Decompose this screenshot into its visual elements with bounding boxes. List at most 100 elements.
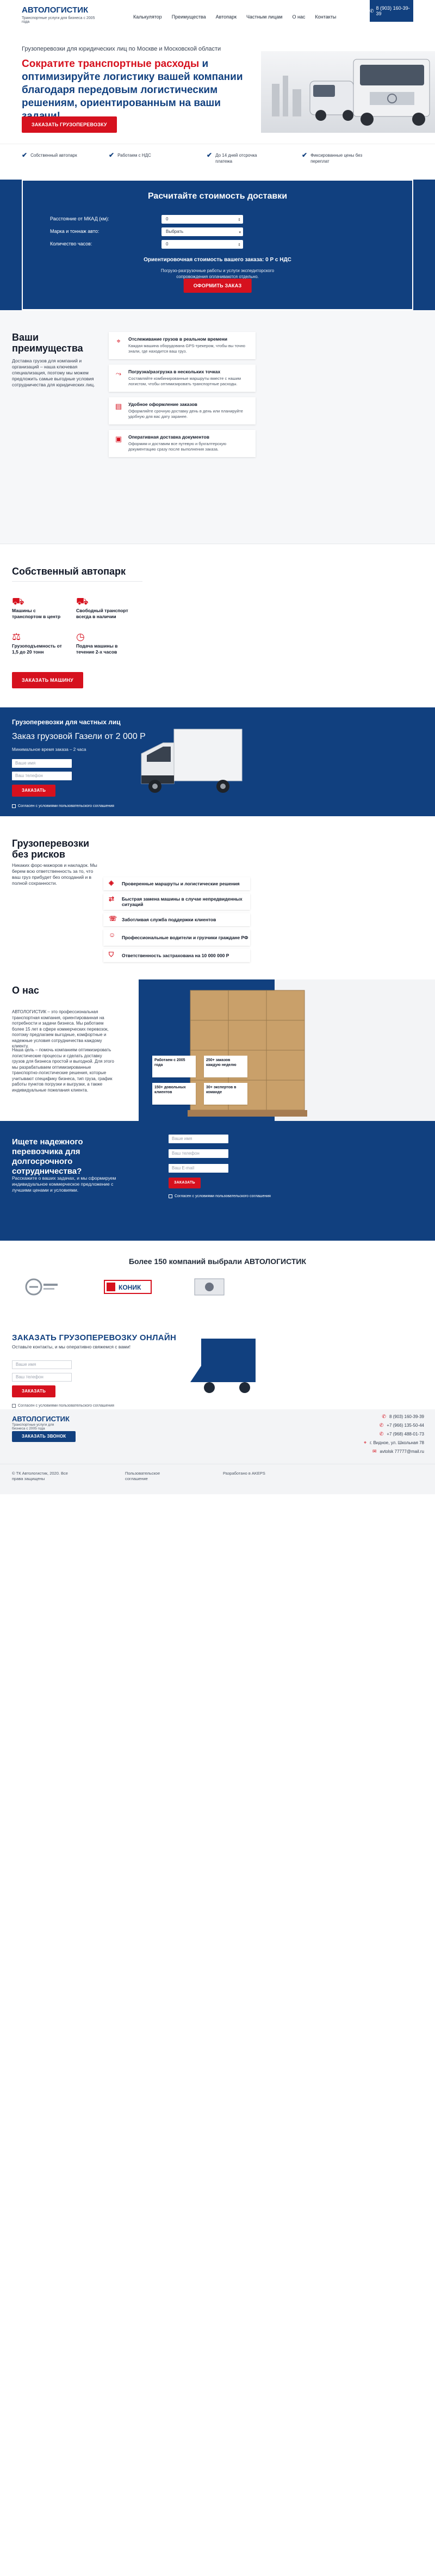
risks-text: Никаких форс-мажоров и накладок. Мы бере… bbox=[12, 862, 97, 886]
calc-vehicle-select[interactable]: Выбрать ▾ bbox=[161, 227, 243, 236]
checkbox[interactable] bbox=[12, 1404, 16, 1408]
header-phone-number: 8 (903) 160-39-39 bbox=[376, 5, 410, 16]
developer-credit[interactable]: Разработано в AKEPS bbox=[223, 1471, 265, 1476]
footer-phone[interactable]: ✆ +7 (966) 135-50-44 bbox=[332, 1422, 424, 1428]
phone-icon: ✆ bbox=[382, 1414, 386, 1419]
advantage-card: ⌖ Отслеживание грузов в реальном времени… bbox=[109, 332, 256, 359]
gazelle-truck-image bbox=[130, 724, 245, 805]
private-min-time: Минимальное время заказа – 2 часа bbox=[12, 747, 86, 752]
benefit-item: ✔ Фиксированные цены без переплат bbox=[302, 151, 363, 164]
fleet-item: ◷ Подача машины в течение 2-х часов bbox=[76, 631, 130, 655]
risk-item: ☺ Профессиональные водители и грузчики гр… bbox=[103, 929, 250, 946]
policy-link[interactable]: Пользовательское соглашение bbox=[125, 1471, 174, 1482]
calc-distance-input[interactable]: 0 ⇕ bbox=[161, 215, 243, 224]
nav-calculator[interactable]: Калькулятор bbox=[133, 14, 162, 20]
checkbox[interactable] bbox=[12, 804, 16, 808]
private-name-input[interactable]: Ваше имя bbox=[12, 759, 72, 768]
hero-section: Грузоперевозки для юридических лиц по Мо… bbox=[0, 35, 435, 144]
benefit-item: ✔ Работаем с НДС bbox=[109, 151, 151, 159]
nav-private[interactable]: Частным лицам bbox=[246, 14, 282, 20]
calc-label-distance: Расстояние от МКАД (км): bbox=[50, 216, 109, 221]
footer-phone[interactable]: ✆ +7 (968) 488-01-73 bbox=[332, 1431, 424, 1437]
private-order-button[interactable]: ЗАКАЗАТЬ bbox=[12, 785, 56, 797]
callback-button[interactable]: ЗАКАЗАТЬ ЗВОНОК bbox=[12, 1431, 76, 1442]
risk-item: ⛉ Ответственность застрахована на 10 000 … bbox=[103, 949, 250, 962]
spinner-icon[interactable]: ⇕ bbox=[238, 241, 241, 250]
calc-result: Ориентировочная стоимость вашего заказа:… bbox=[144, 257, 291, 263]
phone-icon: ✆ bbox=[379, 1422, 384, 1428]
about-paragraph: АВТОЛОГИСТИК – это профессиональная тран… bbox=[12, 1009, 109, 1049]
copyright: © ТК Автологистик, 2020. Все права защищ… bbox=[12, 1471, 68, 1481]
advantage-card: ▤ Удобное оформление заказов Оформляйте … bbox=[109, 397, 256, 424]
fleet-title: Собственный автопарк bbox=[12, 566, 126, 577]
spinner-icon[interactable]: ⇕ bbox=[238, 216, 241, 225]
header-phone[interactable]: ✆ 8 (903) 160-39-39 bbox=[370, 0, 413, 22]
advantage-card: ⤳ Погрузка/разгрузка в нескольких точках… bbox=[109, 365, 256, 392]
private-agree[interactable]: Согласен с условиями пользовательского с… bbox=[12, 804, 114, 808]
nav-about[interactable]: О нас bbox=[292, 14, 305, 20]
truck-icon: ⛟ bbox=[12, 596, 24, 607]
partner-email-input[interactable]: Ваш E-mail bbox=[169, 1164, 228, 1173]
shield-icon: ⛉ bbox=[109, 951, 114, 958]
advantages-title: Ваши преимущества bbox=[12, 332, 83, 354]
partner-name-input[interactable]: Ваше имя bbox=[169, 1135, 228, 1143]
private-heading: Грузоперевозки для частных лиц bbox=[12, 718, 121, 726]
hero-headline: Сократите транспортные расходы и оптимиз… bbox=[22, 58, 250, 123]
client-logo-gerzel bbox=[22, 1276, 60, 1298]
order-agree[interactable]: Согласен с условиями пользовательского с… bbox=[12, 1404, 114, 1408]
partner-order-button[interactable]: ЗАКАЗАТЬ bbox=[169, 1178, 201, 1188]
nav-fleet[interactable]: Автопарк bbox=[216, 14, 237, 20]
fleet-section: Собственный автопарк ⛟ Машины с транспорт… bbox=[0, 544, 435, 707]
partner-agree[interactable]: Согласен с условиями пользовательского с… bbox=[169, 1194, 271, 1198]
stat-card: Работаем с 2005 года bbox=[152, 1056, 196, 1077]
site-header: АВТОЛОГИСТИК Транспортные услуги для биз… bbox=[0, 0, 435, 35]
main-nav: Калькулятор Преимущества Автопарк Частны… bbox=[133, 14, 336, 20]
risk-item: ◈ Проверенные маршруты и логистические ре… bbox=[103, 877, 250, 890]
truck-check-icon: ⛟ bbox=[76, 596, 89, 607]
order-illustration bbox=[179, 1328, 266, 1404]
calc-hours-input[interactable]: 0 ⇕ bbox=[161, 240, 243, 249]
fleet-order-button[interactable]: ЗАКАЗАТЬ МАШИНУ bbox=[12, 672, 83, 688]
calc-order-button[interactable]: ОФОРМИТЬ ЗАКАЗ bbox=[183, 279, 252, 293]
checkmark-icon: ✔ bbox=[109, 151, 115, 159]
footer-tagline: Транспортные услуги для бизнеса с 2005 г… bbox=[12, 1423, 54, 1431]
risk-item: ☏ Заботливая служба поддержки клиентов bbox=[103, 913, 250, 926]
calc-note: Погрузо-разгрузочные работы и услуги экс… bbox=[160, 268, 275, 279]
partner-phone-input[interactable]: Ваш телефон bbox=[169, 1149, 228, 1158]
site-footer: АВТОЛОГИСТИК Транспортные услуги для биз… bbox=[0, 1409, 435, 1464]
footer-email[interactable]: ✉ avtolsk 77777@mail.ru bbox=[332, 1449, 424, 1455]
about-section: О нас АВТОЛОГИСТИК – это профессиональна… bbox=[0, 979, 435, 1121]
private-phone-input[interactable]: Ваш телефон bbox=[12, 772, 72, 780]
nav-advantages[interactable]: Преимущества bbox=[172, 14, 206, 20]
brand-logo[interactable]: АВТОЛОГИСТИК bbox=[22, 5, 88, 15]
phone-icon: ✆ bbox=[379, 1431, 384, 1437]
calculator-section: Расчитайте стоимость доставки Расстояние… bbox=[0, 180, 435, 310]
benefit-item: ✔ Собственный автопарк bbox=[22, 151, 77, 159]
map-icon: ◈ bbox=[109, 879, 114, 886]
brand-tagline: Транспортные услуги для бизнеса с 2005 г… bbox=[22, 16, 95, 24]
partner-section: Ищете надежного перевозчика для долгосро… bbox=[0, 1121, 435, 1241]
order-phone-input[interactable]: Ваш телефон bbox=[12, 1373, 72, 1382]
partner-text: Расскажите о ваших задачах, и мы сформир… bbox=[12, 1175, 116, 1193]
footer-address: ⌖ г. Видное, ул. Школьная 78 bbox=[364, 1440, 424, 1445]
document-icon: ▤ bbox=[115, 402, 122, 410]
headset-icon: ☏ bbox=[109, 915, 117, 922]
order-submit-button[interactable]: ЗАКАЗАТЬ bbox=[12, 1385, 56, 1397]
location-pin-icon: ⌖ bbox=[364, 1440, 367, 1445]
about-title: О нас bbox=[12, 985, 39, 996]
private-offer: Заказ грузовой Газели от 2 000 Р bbox=[12, 732, 146, 741]
hero-order-button[interactable]: ЗАКАЗАТЬ ГРУЗОПЕРЕВОЗКУ bbox=[22, 116, 117, 133]
footer-brand[interactable]: АВТОЛОГИСТИК bbox=[12, 1415, 70, 1423]
phone-icon: ✆ bbox=[370, 8, 374, 14]
checkbox[interactable] bbox=[169, 1194, 172, 1198]
calculator-title: Расчитайте стоимость доставки bbox=[147, 192, 288, 201]
footer-phone[interactable]: ✆ 8 (903) 160-39-39 bbox=[332, 1414, 424, 1420]
nav-contacts[interactable]: Контакты bbox=[315, 14, 336, 20]
fleet-item: ⚖ Грузоподъемность от 1,5 до 20 тонн bbox=[12, 631, 66, 655]
order-name-input[interactable]: Ваше имя bbox=[12, 1360, 72, 1369]
order-subtitle: Оставьте контакты, и мы оперативно свяже… bbox=[12, 1344, 130, 1349]
client-logo-3 bbox=[190, 1276, 228, 1298]
location-pin-icon: ⌖ bbox=[116, 337, 121, 345]
private-section: Грузоперевозки для частных лиц Заказ гру… bbox=[0, 707, 435, 816]
partner-title: Ищете надежного перевозчика для долгосро… bbox=[12, 1137, 83, 1176]
